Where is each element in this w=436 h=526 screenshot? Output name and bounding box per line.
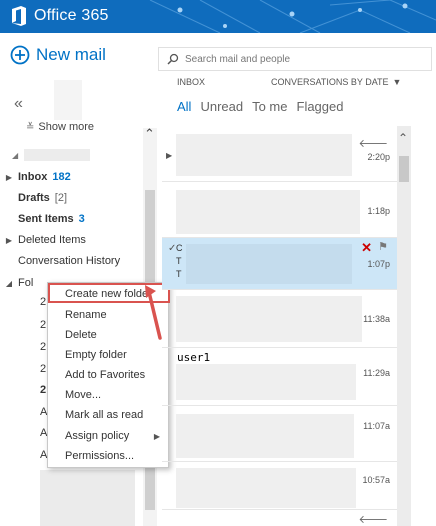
message-time: 10:57a	[362, 475, 390, 485]
message-redacted	[176, 190, 360, 234]
outlook-web-app: Office 365 New mail « ≚ Show more ⌃ ◢ ▶ …	[0, 0, 436, 526]
filter-flagged[interactable]: Flagged	[297, 99, 344, 114]
unread-count: 3	[78, 213, 85, 225]
menu-item-permissions[interactable]: Permissions...	[65, 450, 134, 462]
message-time: 2:20p	[367, 152, 390, 162]
subfolder-item[interactable]: 2	[40, 384, 46, 396]
filter-unread[interactable]: Unread	[200, 99, 243, 114]
redacted-area	[54, 80, 82, 120]
message-list: ▶ 🡐 2:20p 1:18p ✓ C T T ✕ ⚑ 1:07p 11:38a…	[162, 126, 398, 526]
new-mail-button[interactable]: New mail	[10, 45, 106, 65]
show-more-toggle[interactable]: ≚ Show more	[26, 121, 94, 133]
menu-item-add-to-favorites[interactable]: Add to Favorites	[65, 369, 145, 381]
scroll-up-icon[interactable]: ⌃	[144, 126, 155, 142]
subfolder-item[interactable]: 2	[40, 363, 46, 375]
collapse-pane-icon[interactable]: «	[14, 95, 23, 113]
menu-item-assign-policy[interactable]: Assign policy	[65, 430, 129, 442]
expanded-triangle-icon: ◢	[5, 278, 13, 288]
message-row-selected[interactable]: ✓ C T T ✕ ⚑ 1:07p	[162, 238, 398, 290]
menu-item-move[interactable]: Move...	[65, 389, 101, 401]
menu-item-create-new-folder[interactable]: Create new folder	[65, 288, 152, 300]
menu-item-rename[interactable]: Rename	[65, 309, 107, 321]
menu-item-empty-folder[interactable]: Empty folder	[65, 349, 127, 361]
message-row[interactable]: 11:38a	[162, 290, 398, 348]
folder-label: Sent Items	[18, 213, 74, 225]
message-time: 1:18p	[367, 206, 390, 216]
folder-deleted-items[interactable]: ▶ Deleted Items	[0, 230, 140, 250]
collapsed-triangle-icon: ▶	[5, 172, 13, 182]
folder-inbox[interactable]: ▶ Inbox 182	[0, 167, 140, 187]
office-icon	[12, 6, 26, 26]
folder-label: Inbox	[18, 171, 48, 183]
collapsed-triangle-icon: ▶	[5, 235, 13, 245]
replied-icon: 🡐	[358, 514, 389, 526]
message-row[interactable]: ▶ 🡐 2:20p	[162, 126, 398, 182]
double-chevron-down-icon: ≚	[26, 121, 35, 133]
message-row[interactable]: 🡐	[162, 510, 398, 526]
redacted-folders	[40, 470, 135, 526]
folder-label: Deleted Items	[18, 234, 86, 246]
scroll-up-icon[interactable]: ⌃	[398, 131, 408, 145]
folder-label: Drafts	[18, 192, 50, 204]
message-redacted	[176, 414, 354, 458]
menu-item-delete[interactable]: Delete	[65, 329, 97, 341]
message-row[interactable]: 11:07a	[162, 406, 398, 462]
message-redacted	[186, 244, 352, 284]
folder-conversation-history[interactable]: Conversation History	[0, 251, 140, 271]
menu-item-mark-all-as-read[interactable]: Mark all as read	[65, 409, 143, 421]
search-box[interactable]: Search mail and people	[158, 47, 432, 71]
message-list-scroll-thumb[interactable]	[399, 156, 409, 182]
message-list-scrollbar[interactable]	[397, 126, 411, 526]
submenu-arrow-icon: ▶	[153, 432, 160, 441]
office-logo[interactable]: Office 365	[10, 5, 109, 27]
folder-sent-items[interactable]: Sent Items 3	[0, 209, 140, 229]
message-preview-fragment: T	[176, 269, 182, 279]
message-row[interactable]: 10:57a	[162, 462, 398, 510]
plus-circle-icon	[10, 45, 30, 65]
message-redacted	[176, 134, 352, 176]
expand-conversation-icon: ▶	[166, 151, 173, 160]
filter-to-me[interactable]: To me	[252, 99, 287, 114]
message-time: 11:29a	[363, 368, 390, 378]
search-placeholder: Search mail and people	[185, 53, 291, 65]
replied-icon: 🡐	[358, 138, 389, 150]
expanded-triangle-icon: ◢	[12, 150, 19, 160]
message-time: 11:07a	[363, 421, 390, 431]
sort-dropdown[interactable]: CONVERSATIONS BY DATE ▼	[271, 77, 401, 87]
draft-count: [2]	[54, 192, 68, 204]
search-icon	[167, 53, 179, 65]
account-node[interactable]: ◢	[12, 149, 91, 161]
filter-all[interactable]: All	[177, 99, 191, 114]
new-mail-label: New mail	[36, 45, 106, 64]
caret-down-icon: ▼	[392, 77, 402, 87]
folder-label: Conversation History	[18, 255, 121, 267]
current-folder-label: INBOX	[177, 77, 206, 87]
message-time: 1:07p	[367, 259, 390, 269]
app-header: Office 365	[0, 0, 436, 33]
user-label-overlay: user1	[177, 351, 211, 364]
delete-icon[interactable]: ✕	[361, 240, 372, 256]
message-sender-fragment: C	[176, 243, 183, 253]
message-subject-fragment: T	[176, 256, 182, 266]
filter-tabs: All Unread To me Flagged	[177, 99, 343, 114]
unread-count: 182	[52, 171, 71, 183]
subfolder-item[interactable]: 2	[40, 319, 46, 331]
folder-label: Fol	[18, 277, 34, 289]
message-redacted	[176, 364, 356, 400]
subfolder-item[interactable]: 2	[40, 296, 46, 308]
message-time: 11:38a	[363, 314, 390, 324]
account-name-redacted	[24, 149, 91, 161]
folder-drafts[interactable]: Drafts [2]	[0, 188, 140, 208]
app-title: Office 365	[34, 7, 109, 24]
show-more-label: Show more	[38, 121, 95, 133]
flag-icon[interactable]: ⚑	[378, 240, 388, 253]
message-row[interactable]: 1:18p	[162, 182, 398, 238]
sort-label: CONVERSATIONS BY DATE	[271, 77, 389, 87]
subfolder-item[interactable]: 2	[40, 341, 46, 353]
message-redacted	[176, 296, 362, 342]
message-redacted	[176, 468, 356, 508]
